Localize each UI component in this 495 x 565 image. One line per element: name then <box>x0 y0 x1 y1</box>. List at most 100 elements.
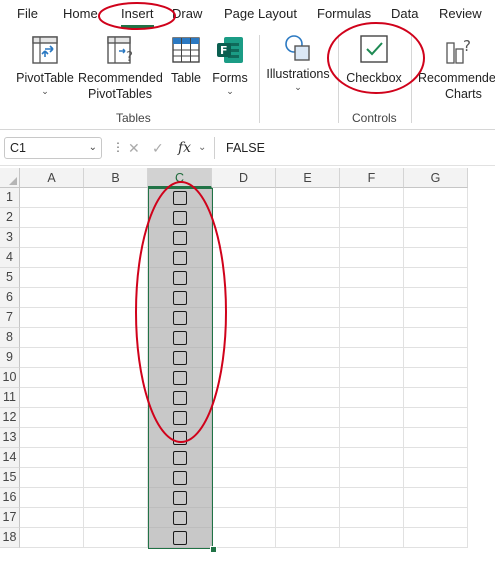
cell-c6[interactable] <box>148 288 212 308</box>
row-header-8[interactable]: 8 <box>0 328 20 348</box>
cell-a6[interactable] <box>20 288 84 308</box>
cell-d1[interactable] <box>212 188 276 208</box>
cell-d8[interactable] <box>212 328 276 348</box>
cell-checkbox[interactable] <box>172 411 187 425</box>
row-header-16[interactable]: 16 <box>0 488 20 508</box>
cell-b10[interactable] <box>84 368 148 388</box>
cell-checkbox[interactable] <box>172 511 187 525</box>
recommended-charts-button[interactable]: ? Recommended Charts <box>418 35 495 102</box>
column-header-c[interactable]: C <box>148 168 212 188</box>
cell-g6[interactable] <box>404 288 468 308</box>
cell-e8[interactable] <box>276 328 340 348</box>
cell-checkbox[interactable] <box>172 391 187 405</box>
cell-g17[interactable] <box>404 508 468 528</box>
cancel-icon[interactable]: ✕ <box>128 137 140 159</box>
row-header-10[interactable]: 10 <box>0 368 20 388</box>
cell-d17[interactable] <box>212 508 276 528</box>
pivottable-button[interactable]: PivotTable ⌄ <box>14 35 76 96</box>
cell-f14[interactable] <box>340 448 404 468</box>
cell-a10[interactable] <box>20 368 84 388</box>
cell-b1[interactable] <box>84 188 148 208</box>
cell-e4[interactable] <box>276 248 340 268</box>
cell-c12[interactable] <box>148 408 212 428</box>
select-all-button[interactable] <box>0 168 20 188</box>
cell-checkbox[interactable] <box>172 351 187 365</box>
row-header-4[interactable]: 4 <box>0 248 20 268</box>
cell-e13[interactable] <box>276 428 340 448</box>
cell-b3[interactable] <box>84 228 148 248</box>
cell-b14[interactable] <box>84 448 148 468</box>
cell-checkbox[interactable] <box>172 451 187 465</box>
cell-c15[interactable] <box>148 468 212 488</box>
cell-d4[interactable] <box>212 248 276 268</box>
cell-f1[interactable] <box>340 188 404 208</box>
cell-a16[interactable] <box>20 488 84 508</box>
cell-e15[interactable] <box>276 468 340 488</box>
cell-g2[interactable] <box>404 208 468 228</box>
column-header-a[interactable]: A <box>20 168 84 188</box>
cell-d5[interactable] <box>212 268 276 288</box>
cell-f15[interactable] <box>340 468 404 488</box>
cell-d6[interactable] <box>212 288 276 308</box>
cell-g15[interactable] <box>404 468 468 488</box>
cell-checkbox[interactable] <box>172 491 187 505</box>
cell-checkbox[interactable] <box>172 231 187 245</box>
cell-b5[interactable] <box>84 268 148 288</box>
tab-insert[interactable]: Insert <box>121 6 154 21</box>
cell-a12[interactable] <box>20 408 84 428</box>
cell-c11[interactable] <box>148 388 212 408</box>
cell-b16[interactable] <box>84 488 148 508</box>
tab-review[interactable]: Review <box>439 6 482 21</box>
cell-f9[interactable] <box>340 348 404 368</box>
cell-a13[interactable] <box>20 428 84 448</box>
table-button[interactable]: Table <box>167 35 205 86</box>
cell-f11[interactable] <box>340 388 404 408</box>
cell-f8[interactable] <box>340 328 404 348</box>
chevron-down-icon[interactable]: ⌄ <box>198 137 206 159</box>
name-box[interactable]: C1 ⌄ <box>4 137 102 159</box>
row-header-13[interactable]: 13 <box>0 428 20 448</box>
tab-home[interactable]: Home <box>63 6 98 21</box>
cell-a9[interactable] <box>20 348 84 368</box>
cell-e10[interactable] <box>276 368 340 388</box>
cell-c13[interactable] <box>148 428 212 448</box>
cell-checkbox[interactable] <box>172 431 187 445</box>
row-header-3[interactable]: 3 <box>0 228 20 248</box>
illustrations-button[interactable]: Illustrations ⌄ <box>264 33 332 92</box>
cell-a7[interactable] <box>20 308 84 328</box>
cell-d15[interactable] <box>212 468 276 488</box>
tab-page-layout[interactable]: Page Layout <box>224 6 297 21</box>
row-header-6[interactable]: 6 <box>0 288 20 308</box>
cell-c3[interactable] <box>148 228 212 248</box>
tab-data[interactable]: Data <box>391 6 418 21</box>
cell-checkbox[interactable] <box>172 271 187 285</box>
cell-checkbox[interactable] <box>172 191 187 205</box>
cell-b15[interactable] <box>84 468 148 488</box>
cell-checkbox[interactable] <box>172 331 187 345</box>
cell-e5[interactable] <box>276 268 340 288</box>
cell-a8[interactable] <box>20 328 84 348</box>
cell-g8[interactable] <box>404 328 468 348</box>
cell-g10[interactable] <box>404 368 468 388</box>
row-header-7[interactable]: 7 <box>0 308 20 328</box>
row-header-11[interactable]: 11 <box>0 388 20 408</box>
column-header-f[interactable]: F <box>340 168 404 188</box>
cell-g4[interactable] <box>404 248 468 268</box>
cell-f2[interactable] <box>340 208 404 228</box>
cell-e18[interactable] <box>276 528 340 548</box>
cell-g18[interactable] <box>404 528 468 548</box>
cell-f5[interactable] <box>340 268 404 288</box>
cell-c10[interactable] <box>148 368 212 388</box>
cell-a11[interactable] <box>20 388 84 408</box>
cell-c17[interactable] <box>148 508 212 528</box>
cell-b9[interactable] <box>84 348 148 368</box>
cell-e2[interactable] <box>276 208 340 228</box>
cell-e12[interactable] <box>276 408 340 428</box>
formula-input[interactable]: FALSE <box>226 137 265 159</box>
cell-e3[interactable] <box>276 228 340 248</box>
cell-checkbox[interactable] <box>172 371 187 385</box>
more-options-icon[interactable]: ⋮ <box>112 141 124 153</box>
cell-d12[interactable] <box>212 408 276 428</box>
cell-c9[interactable] <box>148 348 212 368</box>
column-header-e[interactable]: E <box>276 168 340 188</box>
